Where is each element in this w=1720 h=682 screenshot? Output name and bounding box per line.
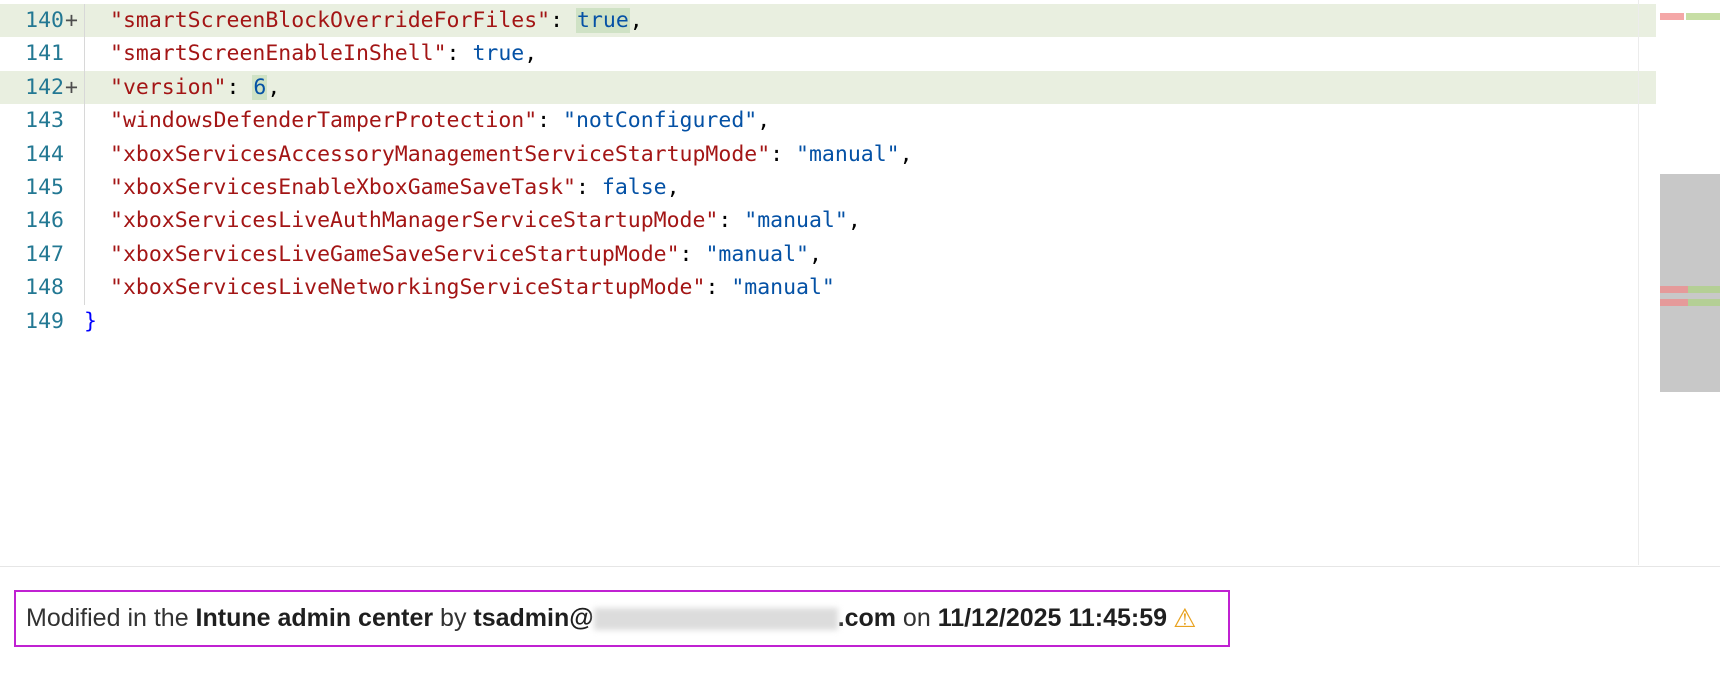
editor-ruler-separator xyxy=(1638,0,1639,565)
footer-user-end: .com xyxy=(837,604,896,632)
warning-triangle-icon[interactable]: ⚠ xyxy=(1173,603,1196,634)
overview-added-marker xyxy=(1688,286,1720,293)
indent-guide xyxy=(84,37,85,71)
json-trailing-comma: , xyxy=(666,174,680,200)
json-trailing-comma: , xyxy=(847,208,861,234)
json-separator: : xyxy=(718,208,745,234)
json-key: "xboxServicesLiveNetworkingServiceStartu… xyxy=(110,275,706,301)
json-value: true xyxy=(576,8,630,33)
indent-guide xyxy=(84,70,85,105)
code-line[interactable]: 143 "windowsDefenderTamperProtection": "n… xyxy=(0,104,1656,138)
json-trailing-comma: , xyxy=(757,108,771,134)
footer-prefix-text: Modified in the xyxy=(26,604,196,632)
json-value: false xyxy=(601,174,667,200)
json-value: true xyxy=(472,41,525,67)
line-content: "windowsDefenderTamperProtection": "notC… xyxy=(110,104,770,137)
line-number: 146 xyxy=(25,208,64,234)
line-number: 144 xyxy=(25,141,64,167)
json-key: "xboxServicesLiveAuthManagerServiceStart… xyxy=(110,208,719,234)
json-key: "smartScreenBlockOverrideForFiles" xyxy=(110,8,551,33)
json-key: "windowsDefenderTamperProtection" xyxy=(110,108,538,134)
json-value: "manual" xyxy=(744,208,848,234)
diff-added-marker: + xyxy=(65,8,78,33)
line-number: 147 xyxy=(25,241,64,267)
indent-guide xyxy=(84,137,85,171)
indent-guide xyxy=(84,104,85,138)
redacted-domain xyxy=(593,607,838,630)
line-number: 142 xyxy=(25,74,64,100)
closing-brace: } xyxy=(84,308,97,334)
code-line[interactable]: 144 "xboxServicesAccessoryManagementServi… xyxy=(0,137,1656,171)
json-value: 6 xyxy=(252,74,268,100)
indent-guide xyxy=(84,4,85,38)
json-separator: : xyxy=(537,108,564,134)
json-separator: : xyxy=(679,241,706,267)
scrollbar-thumb[interactable] xyxy=(1660,174,1720,392)
json-separator: : xyxy=(770,141,797,167)
json-separator: : xyxy=(446,41,473,67)
indent-guide xyxy=(84,237,85,272)
overview-removed-marker xyxy=(1660,299,1688,306)
json-value: "manual" xyxy=(705,241,809,267)
overview-removed-marker xyxy=(1660,13,1684,20)
code-line[interactable]: 140 + "smartScreenBlockOverrideForFiles": … xyxy=(0,4,1656,38)
indent-guide xyxy=(84,170,85,205)
code-line[interactable]: 141 "smartScreenEnableInShell": true, xyxy=(0,37,1656,71)
json-separator: : xyxy=(550,8,576,33)
json-separator: : xyxy=(576,174,602,200)
json-value: "notConfigured" xyxy=(563,108,758,134)
json-key: "xboxServicesEnableXboxGameSaveTask" xyxy=(110,174,576,200)
line-content: } xyxy=(84,305,97,338)
line-number: 145 xyxy=(25,174,64,200)
indent-guide xyxy=(84,204,85,238)
line-number: 148 xyxy=(25,275,64,301)
overview-added-marker xyxy=(1686,13,1720,20)
json-trailing-comma: , xyxy=(809,241,822,267)
json-key: "xboxServicesLiveGameSaveServiceStartupM… xyxy=(110,241,680,267)
json-key: "smartScreenEnableInShell" xyxy=(110,41,447,67)
code-lines: 140 + "smartScreenBlockOverrideForFiles": … xyxy=(0,4,1656,338)
footer-user-start: tsadmin@ xyxy=(473,604,594,632)
overview-removed-marker xyxy=(1660,286,1688,293)
code-line[interactable]: 142 + "version": 6, xyxy=(0,70,1656,105)
json-separator: : xyxy=(226,74,253,100)
code-line[interactable]: 149} xyxy=(0,305,1656,338)
line-number: 149 xyxy=(25,308,64,334)
json-trailing-comma: , xyxy=(629,8,643,33)
footer-on-text: on xyxy=(895,604,938,632)
line-content: "smartScreenEnableInShell": true, xyxy=(110,37,537,70)
indent-guide xyxy=(84,271,85,305)
footer-app-name: Intune admin center xyxy=(195,604,434,632)
code-line[interactable]: 145 "xboxServicesEnableXboxGameSaveTask":… xyxy=(0,170,1656,205)
json-key: "xboxServicesAccessoryManagementServiceS… xyxy=(110,141,771,167)
line-number: 140 xyxy=(25,8,64,33)
json-value: "manual" xyxy=(731,275,835,301)
line-content: "xboxServicesEnableXboxGameSaveTask": fa… xyxy=(110,171,680,204)
line-content: "xboxServicesLiveAuthManagerServiceStart… xyxy=(110,204,861,237)
diff-added-marker: + xyxy=(65,74,78,100)
footer-timestamp: 11/12/2025 11:45:59 xyxy=(937,604,1168,632)
modification-info-banner: Modified in the Intune admin center by t… xyxy=(14,590,1230,647)
code-line[interactable]: 148 "xboxServicesLiveNetworkingServiceSta… xyxy=(0,271,1656,305)
code-line[interactable]: 147 "xboxServicesLiveGameSaveServiceStart… xyxy=(0,237,1656,272)
line-number: 143 xyxy=(25,108,64,134)
line-content: "xboxServicesAccessoryManagementServiceS… xyxy=(110,138,913,171)
json-separator: : xyxy=(705,275,732,301)
json-trailing-comma: , xyxy=(524,41,538,67)
diff-editor[interactable]: 140 + "smartScreenBlockOverrideForFiles": … xyxy=(0,0,1720,567)
line-number: 141 xyxy=(25,41,64,67)
json-trailing-comma: , xyxy=(267,74,281,100)
code-line[interactable]: 146 "xboxServicesLiveAuthManagerServiceSt… xyxy=(0,204,1656,238)
line-content: "smartScreenBlockOverrideForFiles": true… xyxy=(110,4,643,37)
json-value: "manual" xyxy=(796,141,900,167)
json-key: "version" xyxy=(110,74,227,100)
line-content: "xboxServicesLiveGameSaveServiceStartupM… xyxy=(110,238,822,271)
line-content: "version": 6, xyxy=(110,71,280,104)
json-trailing-comma: , xyxy=(899,141,913,167)
overview-added-marker xyxy=(1688,299,1720,306)
line-content: "xboxServicesLiveNetworkingServiceStartu… xyxy=(110,271,835,304)
footer-by-text: by xyxy=(433,604,474,632)
